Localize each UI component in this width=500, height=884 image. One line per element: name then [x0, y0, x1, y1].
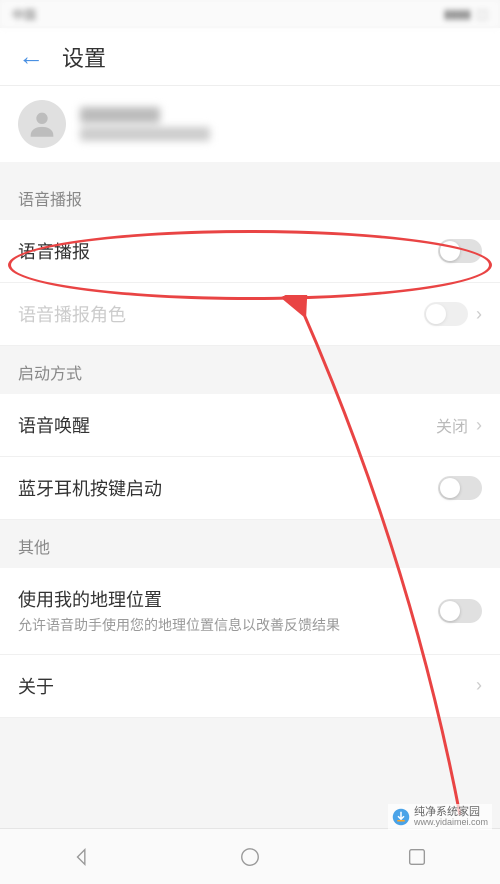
section-header-startup: 启动方式: [0, 346, 500, 394]
back-icon[interactable]: ←: [18, 41, 44, 72]
label-voice-role: 语音播报角色: [18, 301, 424, 327]
row-voice-broadcast[interactable]: 语音播报: [0, 220, 500, 283]
watermark: 纯净系统家园 www.yidaimei.com: [388, 804, 492, 830]
row-voice-role: 语音播报角色 ›: [0, 283, 500, 346]
label-voice-wake: 语音唤醒: [18, 412, 436, 438]
label-location: 使用我的地理位置: [18, 586, 438, 612]
chevron-icon: ›: [476, 675, 482, 696]
toggle-bluetooth[interactable]: [438, 476, 482, 500]
label-about: 关于: [18, 673, 476, 699]
profile-row[interactable]: [0, 86, 500, 162]
row-location[interactable]: 使用我的地理位置 允许语音助手使用您的地理位置信息以改善反馈结果: [0, 568, 500, 655]
watermark-logo-icon: [392, 808, 410, 826]
profile-info: [80, 107, 210, 141]
label-voice-broadcast: 语音播报: [18, 238, 438, 264]
row-voice-wake[interactable]: 语音唤醒 关闭 ›: [0, 394, 500, 457]
avatar-icon: [18, 100, 66, 148]
sublabel-location: 允许语音助手使用您的地理位置信息以改善反馈结果: [18, 616, 438, 636]
toggle-location[interactable]: [438, 599, 482, 623]
value-voice-wake: 关闭: [436, 413, 468, 437]
toggle-voice-role: [424, 302, 468, 326]
row-about[interactable]: 关于 ›: [0, 655, 500, 718]
watermark-url: www.yidaimei.com: [414, 818, 488, 828]
status-bar: 中国 ▮▮▮▮ ⬚: [0, 0, 500, 28]
nav-bar: [0, 828, 500, 884]
section-header-other: 其他: [0, 520, 500, 568]
row-bluetooth[interactable]: 蓝牙耳机按键启动: [0, 457, 500, 520]
nav-back-icon[interactable]: [68, 842, 98, 872]
page-title: 设置: [62, 41, 106, 73]
toggle-voice-broadcast[interactable]: [438, 239, 482, 263]
chevron-icon: ›: [476, 415, 482, 436]
header: ← 设置: [0, 28, 500, 86]
section-header-voice: 语音播报: [0, 172, 500, 220]
nav-recent-icon[interactable]: [402, 842, 432, 872]
label-bluetooth: 蓝牙耳机按键启动: [18, 475, 438, 501]
chevron-icon: ›: [476, 304, 482, 325]
nav-home-icon[interactable]: [235, 842, 265, 872]
